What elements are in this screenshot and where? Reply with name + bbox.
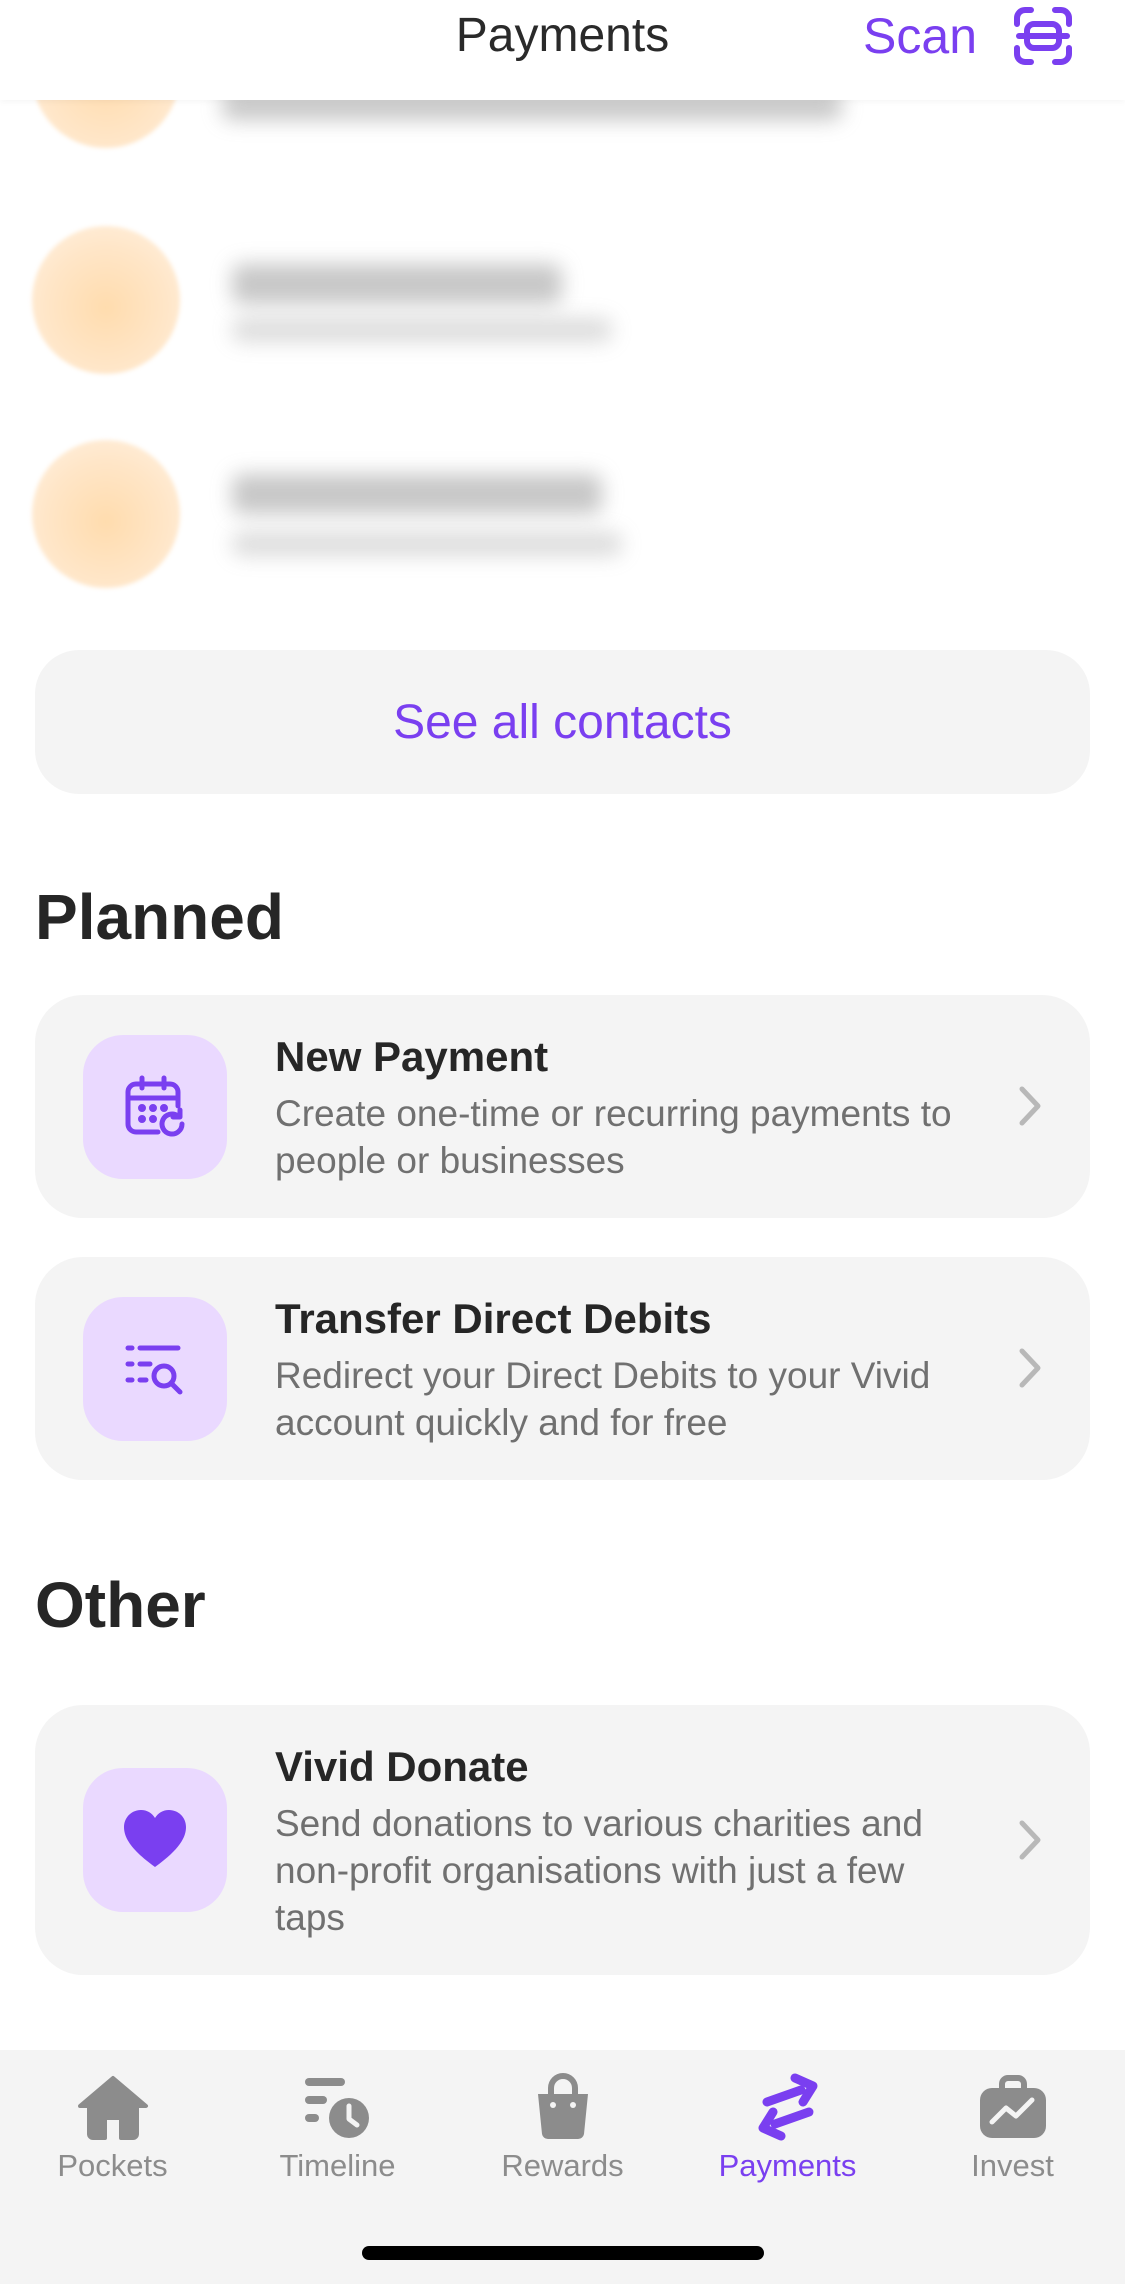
nav-label: Rewards: [501, 2148, 624, 2183]
top-bar: Payments Scan: [0, 0, 1125, 100]
chevron-right-icon: [1019, 1820, 1041, 1860]
scan-label: Scan: [863, 8, 977, 64]
avatar: [32, 226, 180, 374]
contact-row[interactable]: [32, 226, 1092, 376]
transfer-direct-debits-card[interactable]: Transfer Direct Debits Redirect your Dir…: [35, 1257, 1090, 1480]
vivid-donate-icon-tile: [83, 1768, 227, 1912]
contact-row[interactable]: [32, 440, 1092, 590]
vivid-donate-title: Vivid Donate: [275, 1743, 529, 1790]
nav-item-rewards[interactable]: Rewards: [450, 2072, 675, 2184]
timeline-icon: [304, 2078, 369, 2138]
nav-item-pockets[interactable]: Pockets: [0, 2072, 225, 2184]
chevron-right-icon: [1019, 1348, 1041, 1388]
contact-detail-blurred: [232, 318, 612, 342]
nav-item-payments[interactable]: Payments: [675, 2072, 900, 2184]
list-search-icon: [125, 1345, 183, 1395]
transfer-direct-debits-title: Transfer Direct Debits: [275, 1295, 712, 1342]
new-payment-title: New Payment: [275, 1033, 549, 1080]
calendar-refresh-icon: [125, 1075, 185, 1137]
nav-label: Invest: [971, 2148, 1054, 2183]
vivid-donate-description: Send donations to various charities and …: [275, 1803, 923, 1938]
heart-icon: [124, 1810, 186, 1867]
transfer-arrows-icon: [758, 2073, 817, 2141]
vivid-donate-card[interactable]: Vivid Donate Send donations to various c…: [35, 1705, 1090, 1975]
scan-button[interactable]: Scan: [863, 4, 1075, 68]
home-icon: [77, 2076, 148, 2140]
new-payment-description: Create one-time or recurring payments to…: [275, 1093, 952, 1181]
see-all-contacts-button[interactable]: See all contacts: [35, 650, 1090, 794]
home-indicator[interactable]: [362, 2246, 764, 2260]
nav-label: Payments: [718, 2148, 857, 2183]
new-payment-icon-tile: [83, 1035, 227, 1179]
contact-name-blurred: [232, 264, 562, 304]
nav-label: Timeline: [279, 2148, 396, 2183]
section-title-other: Other: [35, 1569, 206, 1641]
new-payment-card[interactable]: New Payment Create one-time or recurring…: [35, 995, 1090, 1218]
avatar: [32, 440, 180, 588]
transfer-direct-debits-description: Redirect your Direct Debits to your Vivi…: [275, 1355, 931, 1443]
contact-name-blurred: [232, 474, 602, 514]
nav-label: Pockets: [57, 2148, 168, 2183]
nav-item-timeline[interactable]: Timeline: [225, 2072, 450, 2184]
shopping-bag-icon: [537, 2073, 588, 2140]
transfer-direct-debits-icon-tile: [83, 1297, 227, 1441]
section-title-planned: Planned: [35, 881, 284, 953]
chevron-right-icon: [1019, 1086, 1041, 1126]
briefcase-icon: [979, 2075, 1046, 2138]
nav-item-invest[interactable]: Invest: [900, 2072, 1125, 2184]
scan-icon: [1014, 7, 1072, 65]
contact-detail-blurred: [232, 532, 622, 556]
